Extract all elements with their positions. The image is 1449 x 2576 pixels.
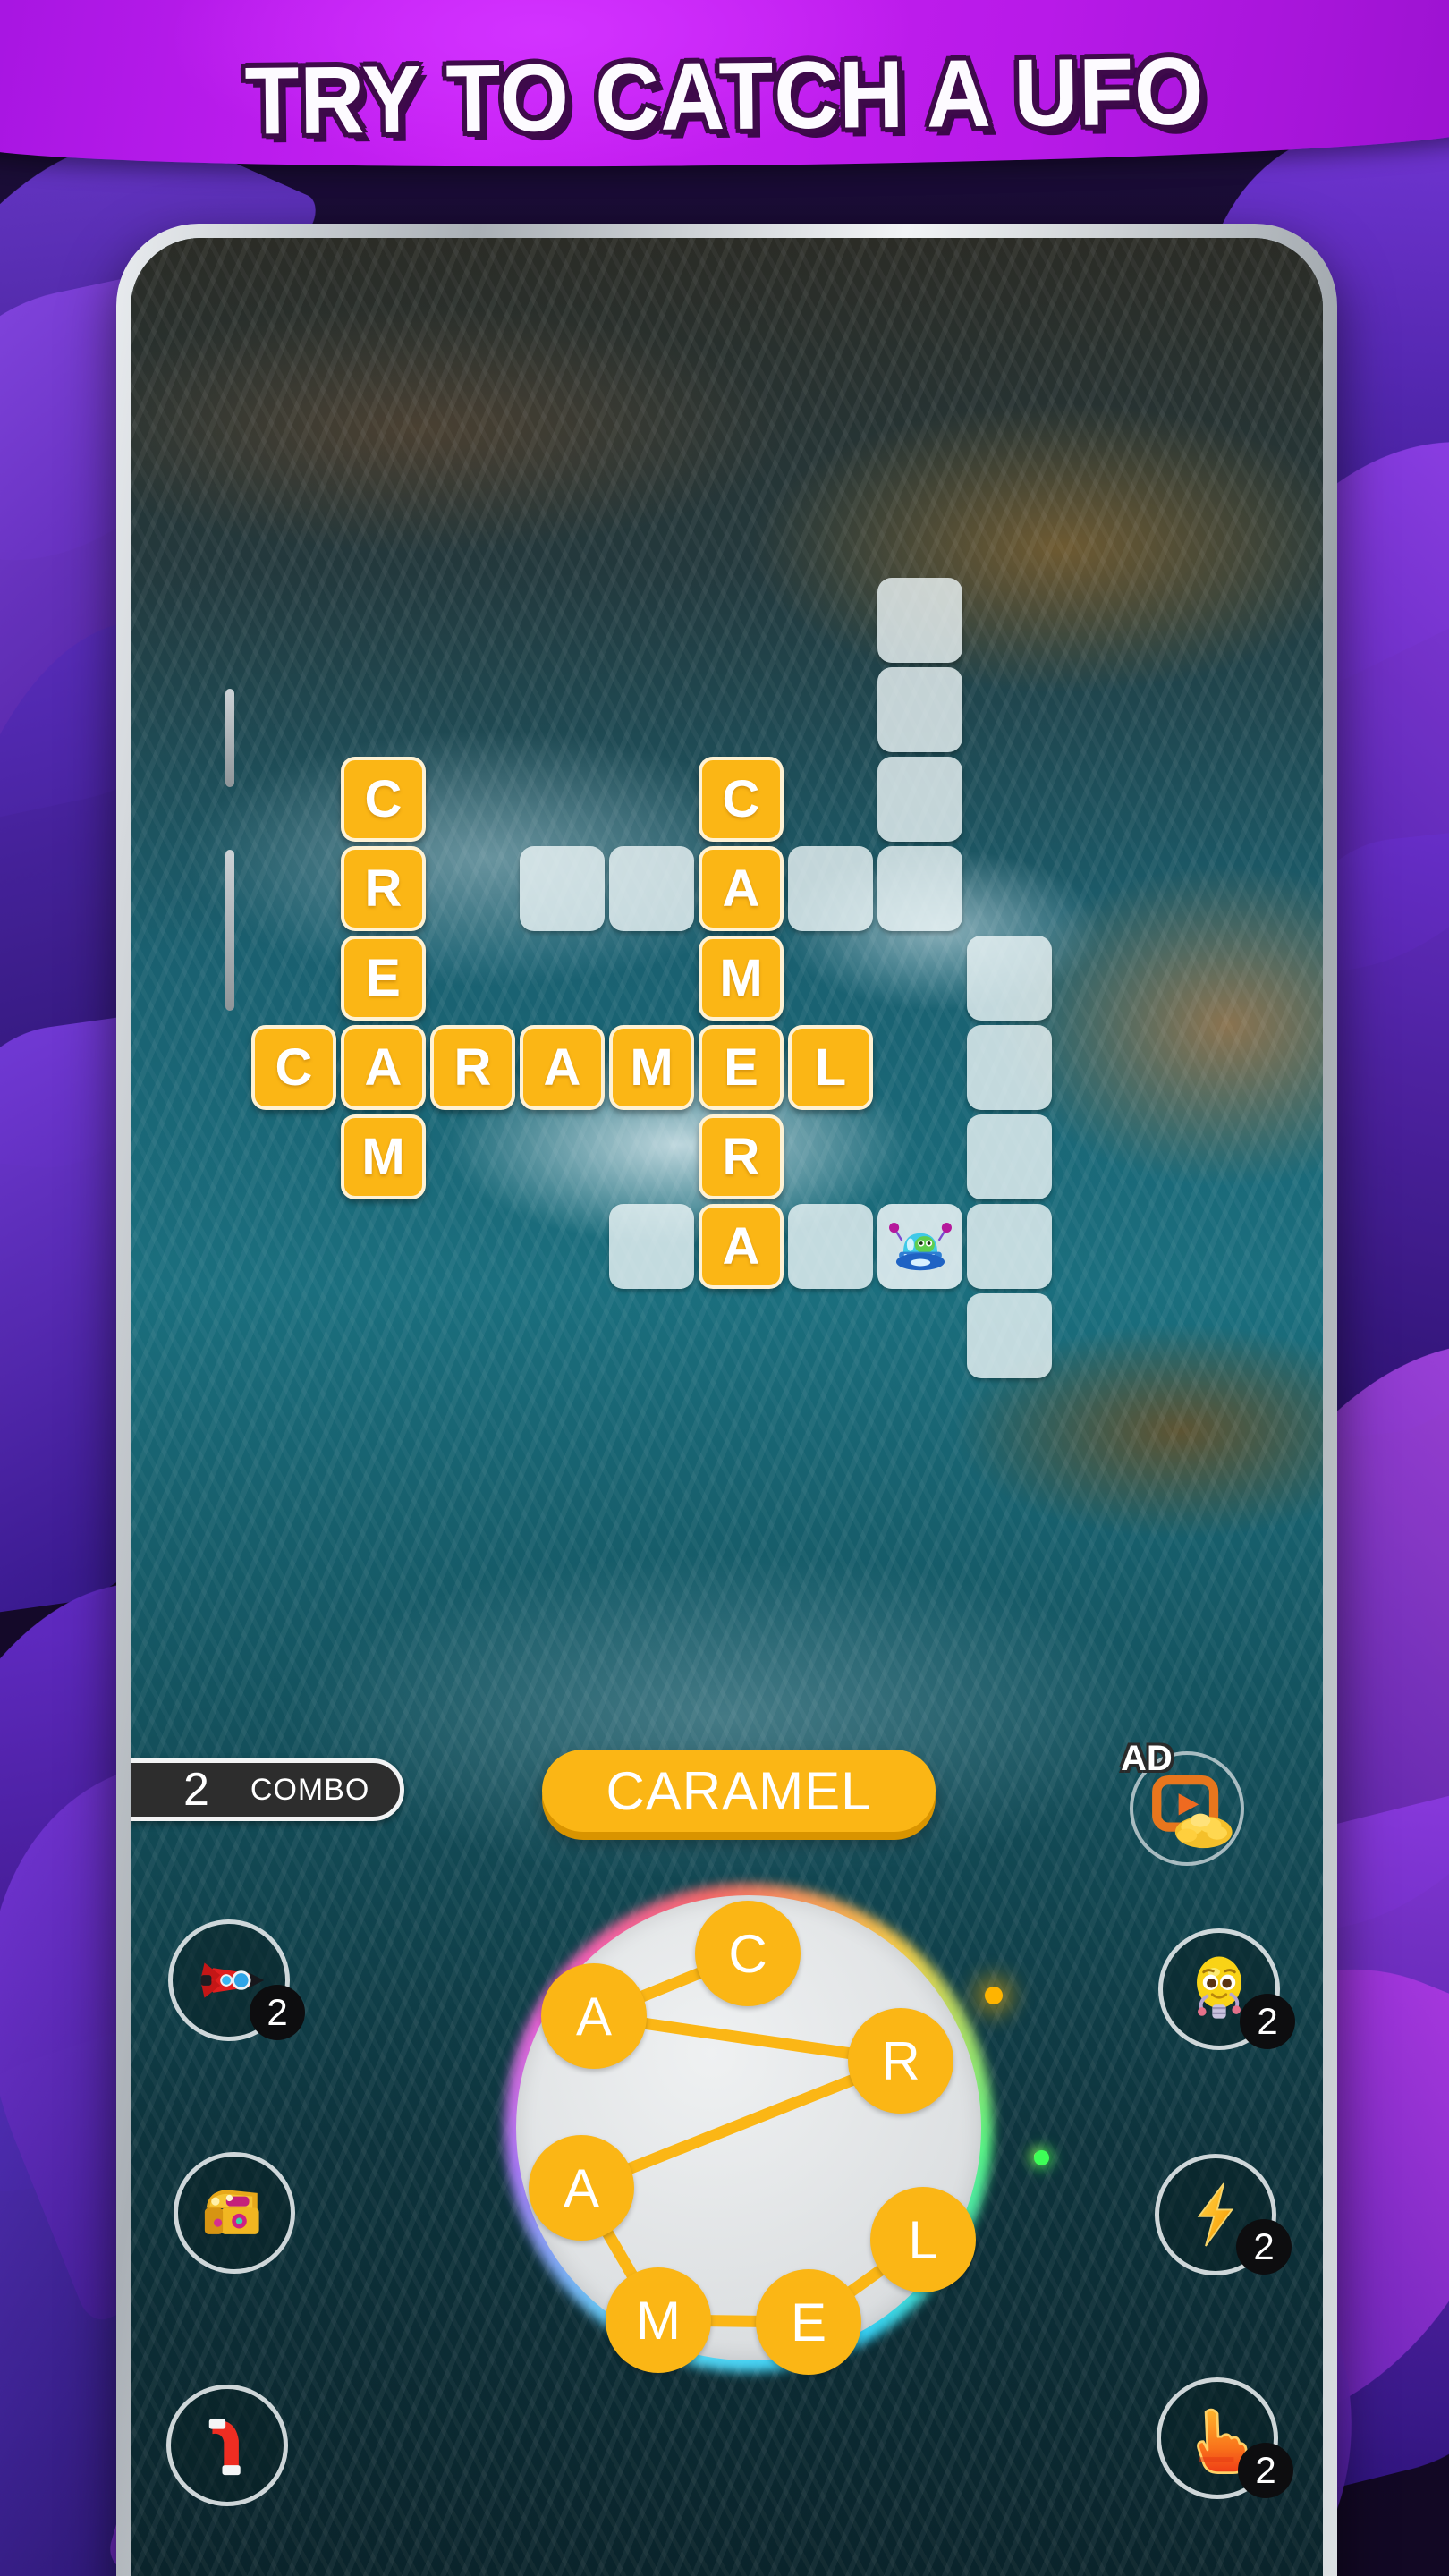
grid-tile-empty xyxy=(967,936,1052,1021)
grid-tile-letter: M xyxy=(699,936,784,1021)
current-word-pill: CARAMEL xyxy=(542,1750,936,1832)
grid-tile-letter: L xyxy=(788,1025,873,1110)
grid-tile-letter: C xyxy=(699,757,784,842)
grid-tile-letter-text: A xyxy=(722,1216,760,1275)
powerup-treasure-chest[interactable] xyxy=(174,2152,295,2274)
grid-tile-letter-text: M xyxy=(719,948,763,1007)
grid-tile-empty xyxy=(967,1025,1052,1110)
grid-tile-letter-text: E xyxy=(366,948,401,1007)
wheel-letter-a-6[interactable]: A xyxy=(541,1963,647,2069)
magnet-icon xyxy=(208,2419,241,2476)
grid-tile-empty xyxy=(967,1114,1052,1199)
grid-tile-letter: R xyxy=(341,846,426,931)
grid-tile-letter: A xyxy=(699,1204,784,1289)
powerup-hint-bulb[interactable]: 2 xyxy=(1158,1928,1295,2050)
banner-headline: TRY TO CATCH A UFO xyxy=(244,37,1206,155)
sparkle-particle xyxy=(985,1987,1003,2004)
grid-tile-letter: R xyxy=(699,1114,784,1199)
wheel-letter-text: L xyxy=(908,2209,938,2270)
grid-tile-letter: A xyxy=(520,1025,605,1110)
grid-tile-empty xyxy=(877,667,962,752)
game-screen: CCRAEMCARAMELMRA 2 COMBO CARAMEL AD 2 2 … xyxy=(131,238,1323,2576)
grid-tile-empty xyxy=(967,1204,1052,1289)
treasure-chest-icon xyxy=(204,2190,259,2234)
grid-tile-letter-text: R xyxy=(364,859,402,918)
wheel-letter-m-4[interactable]: M xyxy=(606,2267,711,2373)
grid-tile-letter: E xyxy=(699,1025,784,1110)
grid-tile-empty xyxy=(788,846,873,931)
grid-tile-letter-text: C xyxy=(364,769,402,828)
grid-tile-letter-text: A xyxy=(722,859,760,918)
current-word-text: CARAMEL xyxy=(606,1760,872,1821)
crossword-grid[interactable]: CCRAEMCARAMELMRA xyxy=(251,578,1056,1383)
grid-tile-letter: M xyxy=(609,1025,694,1110)
watch-ad-for-coins-button[interactable]: AD xyxy=(1121,1739,1244,1866)
grid-tile-empty xyxy=(520,846,605,931)
grid-tile-letter-text: A xyxy=(364,1038,402,1097)
grid-tile-letter-text: C xyxy=(722,769,760,828)
powerup-count-badge: 2 xyxy=(250,1985,305,2040)
grid-tile-empty xyxy=(788,1204,873,1289)
grid-tile-empty xyxy=(609,846,694,931)
combo-count: 2 xyxy=(183,1764,209,1816)
grid-tile-letter: A xyxy=(699,846,784,931)
grid-tile-letter-text: R xyxy=(453,1038,492,1097)
grid-tile-letter-text: R xyxy=(722,1127,760,1186)
grid-tile-letter: M xyxy=(341,1114,426,1199)
wheel-letter-buttons[interactable]: C R L E M A A xyxy=(504,1884,993,2375)
phone-volume-button xyxy=(225,689,234,787)
promo-banner: TRY TO CATCH A UFO xyxy=(0,0,1449,174)
grid-tile-empty xyxy=(967,1293,1052,1378)
grid-tile-letter: R xyxy=(430,1025,515,1110)
grid-tile-letter-text: M xyxy=(361,1127,405,1186)
grid-tile-letter: A xyxy=(341,1025,426,1110)
combo-label: COMBO xyxy=(250,1772,370,1807)
powerup-count-badge: 2 xyxy=(1238,2443,1293,2498)
letter-wheel[interactable]: C R L E M A A xyxy=(504,1884,993,2375)
powerup-shuffle-magnet[interactable] xyxy=(166,2385,288,2506)
wheel-letter-text: A xyxy=(575,1986,613,2046)
wheel-letter-text: R xyxy=(881,2030,920,2091)
phone-power-button xyxy=(225,850,234,1011)
grid-tile-letter-text: A xyxy=(543,1038,581,1097)
grid-tile-empty xyxy=(609,1204,694,1289)
grid-tile-letter-text: L xyxy=(814,1038,847,1097)
grid-tile-letter: C xyxy=(341,757,426,842)
ad-label: AD xyxy=(1121,1739,1173,1778)
grid-tile-empty xyxy=(877,757,962,842)
grid-tile-ufo xyxy=(877,1204,962,1289)
grid-tile-empty xyxy=(877,846,962,931)
wheel-letter-a-5[interactable]: A xyxy=(529,2135,634,2241)
pointer-dot xyxy=(1034,2150,1049,2165)
powerup-rocket-booster[interactable]: 2 xyxy=(168,1919,305,2041)
powerup-power-bolt[interactable]: 2 xyxy=(1155,2154,1292,2275)
grid-tile-letter: E xyxy=(341,936,426,1021)
wheel-letter-text: A xyxy=(563,2157,600,2218)
grid-tile-letter-text: E xyxy=(724,1038,758,1097)
grid-tile-letter: C xyxy=(251,1025,336,1110)
powerup-count-badge: 2 xyxy=(1236,2219,1292,2275)
powerup-count-badge: 2 xyxy=(1240,1994,1295,2049)
wheel-letter-text: M xyxy=(636,2290,681,2351)
grid-tile-letter-text: M xyxy=(630,1038,674,1097)
wheel-letter-l-2[interactable]: L xyxy=(870,2187,976,2292)
wheel-letter-r-1[interactable]: R xyxy=(848,2008,953,2114)
powerup-reveal-letter[interactable]: 2 xyxy=(1157,2377,1293,2499)
app-screenshot: TRY TO CATCH A UFO CCRAEMCARAMELMRA 2 CO… xyxy=(0,0,1449,2576)
wheel-letter-e-3[interactable]: E xyxy=(756,2269,861,2375)
wheel-letter-c-0[interactable]: C xyxy=(695,1901,801,2006)
wheel-letter-text: E xyxy=(790,2292,827,2352)
phone-mockup: CCRAEMCARAMELMRA 2 COMBO CARAMEL AD 2 2 … xyxy=(116,224,1337,2576)
combo-badge: 2 COMBO xyxy=(131,1758,404,1821)
grid-tile-letter-text: C xyxy=(275,1038,313,1097)
grid-tile-empty xyxy=(877,578,962,663)
wheel-letter-text: C xyxy=(728,1923,767,1984)
ufo-alien-icon xyxy=(888,1222,952,1270)
